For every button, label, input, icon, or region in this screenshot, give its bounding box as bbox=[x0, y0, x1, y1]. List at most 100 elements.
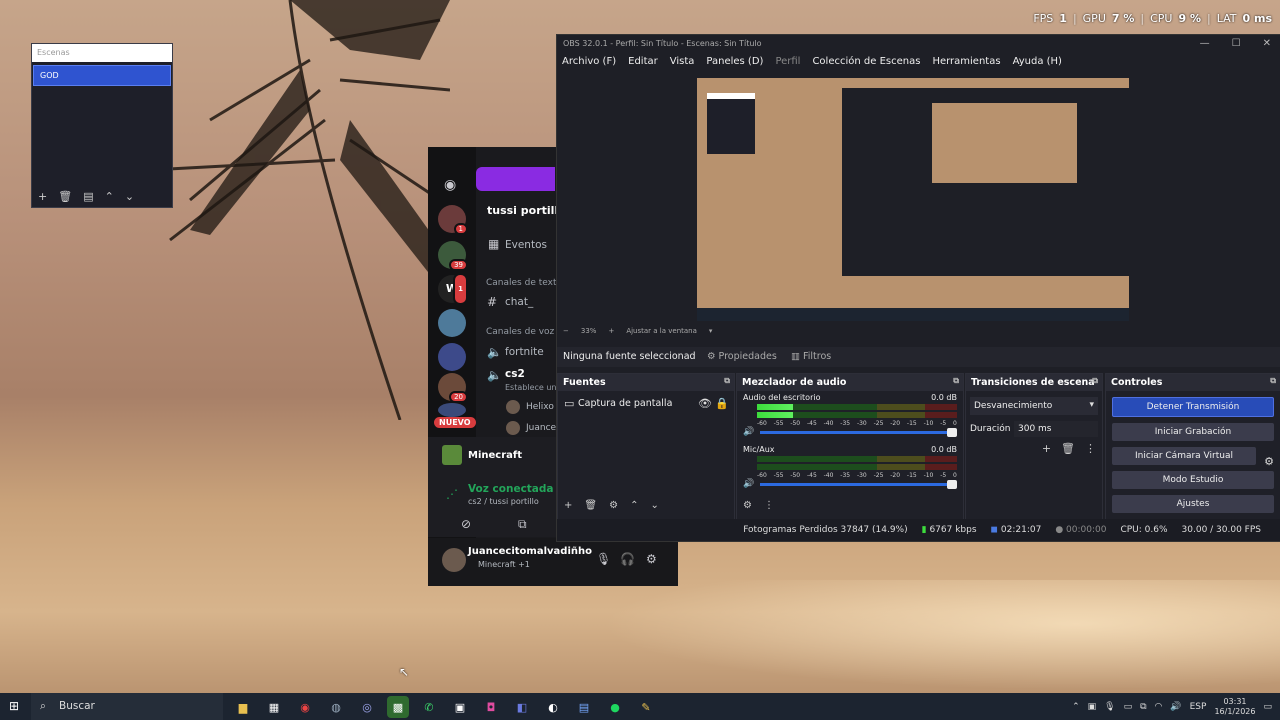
notification-icon[interactable]: ▭ bbox=[1263, 702, 1272, 712]
source-row[interactable]: ▭ Captura de pantalla 👁 🔒 bbox=[558, 395, 734, 413]
events-link[interactable]: Eventos bbox=[505, 239, 547, 251]
spotify-icon[interactable]: ● bbox=[604, 696, 626, 718]
down-icon[interactable]: ⌄ bbox=[125, 190, 134, 203]
close-icon[interactable]: ✕ bbox=[1263, 35, 1271, 53]
preview-canvas[interactable] bbox=[697, 78, 1129, 321]
server-name[interactable]: tussi portillo bbox=[487, 204, 566, 217]
steam-icon[interactable]: ◍ bbox=[325, 696, 347, 718]
volume-icon[interactable]: 🔊 bbox=[1170, 702, 1181, 712]
settings-button[interactable]: Ajustes bbox=[1112, 495, 1274, 513]
discord-icon[interactable]: ◎ bbox=[356, 696, 378, 718]
gear-icon[interactable]: ⚙ bbox=[743, 500, 752, 511]
chrome-icon[interactable]: ◉ bbox=[294, 696, 316, 718]
menu-ayuda[interactable]: Ayuda (H) bbox=[1013, 56, 1062, 67]
popout-icon[interactable]: ⧉ bbox=[724, 376, 730, 386]
text-category[interactable]: Canales de texto bbox=[486, 278, 562, 288]
trash-icon[interactable]: 🗑 bbox=[1061, 442, 1075, 455]
gear-icon[interactable]: ⚙ bbox=[1264, 455, 1274, 468]
server-icon[interactable] bbox=[438, 403, 466, 417]
gear-icon[interactable]: ⚙ bbox=[646, 552, 657, 566]
clock[interactable]: 03:31 16/1/2026 bbox=[1214, 697, 1255, 717]
eye-icon[interactable]: 👁 bbox=[698, 397, 712, 410]
lock-icon[interactable]: 🔒 bbox=[715, 397, 729, 410]
store-icon[interactable]: ▦ bbox=[263, 696, 285, 718]
display-icon[interactable]: ⧉ bbox=[1140, 702, 1146, 712]
fit-window-button[interactable]: Ajustar a la ventana bbox=[626, 327, 697, 339]
volume-slider[interactable] bbox=[760, 479, 957, 489]
server-icon[interactable]: 1 bbox=[438, 205, 468, 235]
minecraft-icon[interactable]: ▩ bbox=[387, 696, 409, 718]
windows-start-icon[interactable]: ⊞ bbox=[9, 699, 19, 713]
menu-herramientas[interactable]: Herramientas bbox=[932, 56, 1000, 67]
more-icon[interactable]: ⋮ bbox=[1085, 442, 1096, 455]
screen-share-icon[interactable]: ⧉ bbox=[518, 517, 527, 532]
menu-perfil[interactable]: Perfil bbox=[775, 56, 800, 67]
add-icon[interactable]: + bbox=[1042, 442, 1051, 455]
up-icon[interactable]: ⌃ bbox=[105, 190, 114, 203]
maximize-icon[interactable]: ☐ bbox=[1232, 35, 1241, 53]
whatsapp-icon[interactable]: ✆ bbox=[418, 696, 440, 718]
network-icon[interactable]: ▭ bbox=[1124, 702, 1133, 712]
filter-icon[interactable]: ▤ bbox=[83, 190, 93, 203]
trash-icon[interactable]: 🗑 bbox=[584, 500, 597, 511]
server-icon[interactable]: 20 bbox=[438, 373, 468, 403]
chevron-down-icon[interactable]: ▾ bbox=[709, 327, 713, 339]
wifi-icon[interactable]: ◠ bbox=[1155, 702, 1163, 712]
duration-field[interactable]: 300 ms bbox=[1014, 421, 1098, 437]
trash-icon[interactable]: 🗑 bbox=[58, 190, 72, 203]
server-icon[interactable]: 39 bbox=[438, 241, 468, 271]
menu-paneles[interactable]: Paneles (D) bbox=[706, 56, 763, 67]
menu-vista[interactable]: Vista bbox=[670, 56, 695, 67]
popout-icon[interactable]: ⧉ bbox=[1270, 376, 1276, 386]
virtual-camera-button[interactable]: Iniciar Cámara Virtual bbox=[1112, 447, 1256, 465]
microphone-icon[interactable]: 🎙 bbox=[596, 552, 611, 566]
discord-logo-icon[interactable]: ◉ bbox=[444, 177, 456, 193]
epic-games-icon[interactable]: ▣ bbox=[449, 696, 471, 718]
menu-coleccion[interactable]: Colección de Escenas bbox=[812, 56, 920, 67]
properties-button[interactable]: ⚙ Propiedades bbox=[707, 351, 777, 362]
voice-connected-status[interactable]: Voz conectada bbox=[468, 483, 554, 495]
channel-chat[interactable]: chat_ bbox=[505, 296, 533, 308]
language-indicator[interactable]: ESP bbox=[1190, 702, 1207, 712]
scene-item[interactable]: GOD bbox=[33, 65, 171, 86]
add-icon[interactable]: + bbox=[38, 190, 47, 203]
transition-select[interactable]: Desvanecimiento ▾ bbox=[970, 397, 1098, 415]
taskbar-search[interactable]: ⌕ Buscar bbox=[31, 693, 223, 720]
username[interactable]: Juancecitomalvadiñho bbox=[468, 546, 592, 557]
server-icon[interactable] bbox=[438, 343, 466, 371]
popout-icon[interactable]: ⧉ bbox=[953, 376, 959, 386]
filters-button[interactable]: ▥ Filtros bbox=[791, 351, 831, 362]
avatar[interactable] bbox=[442, 548, 466, 572]
add-icon[interactable]: + bbox=[564, 500, 572, 511]
voice-channel-cs2[interactable]: cs2 bbox=[505, 368, 525, 380]
app-icon[interactable]: ◧ bbox=[511, 696, 533, 718]
speaker-icon[interactable]: 🔊 bbox=[743, 479, 754, 489]
popout-icon[interactable]: ⧉ bbox=[1092, 376, 1098, 386]
zoom-in-icon[interactable]: + bbox=[608, 327, 614, 339]
start-recording-button[interactable]: Iniciar Grabación bbox=[1112, 423, 1274, 441]
minimize-icon[interactable]: — bbox=[1200, 35, 1210, 53]
obs-icon[interactable]: ◐ bbox=[542, 696, 564, 718]
voice-channel-fortnite[interactable]: fortnite bbox=[505, 346, 544, 358]
menu-editar[interactable]: Editar bbox=[628, 56, 658, 67]
headphones-icon[interactable]: 🎧 bbox=[620, 552, 635, 566]
volume-slider[interactable] bbox=[760, 427, 957, 437]
down-icon[interactable]: ⌄ bbox=[650, 500, 658, 511]
voice-member[interactable]: Helixo bbox=[526, 402, 554, 412]
gear-icon[interactable]: ⚙ bbox=[609, 500, 618, 511]
tray-app-icon[interactable]: ▣ bbox=[1088, 702, 1097, 712]
activity-game[interactable]: Minecraft bbox=[468, 450, 522, 461]
voice-member[interactable]: Juance bbox=[526, 423, 556, 433]
server-icon[interactable]: W1 bbox=[438, 273, 468, 305]
instagram-icon[interactable]: ◘ bbox=[480, 696, 502, 718]
speaker-icon[interactable]: 🔊 bbox=[743, 427, 754, 437]
server-icon[interactable] bbox=[438, 309, 466, 337]
app-icon[interactable]: ▤ bbox=[573, 696, 595, 718]
menu-archivo[interactable]: Archivo (F) bbox=[562, 56, 616, 67]
zoom-out-icon[interactable]: − bbox=[563, 327, 569, 339]
camera-off-icon[interactable]: ⊘ bbox=[461, 517, 471, 531]
studio-mode-button[interactable]: Modo Estudio bbox=[1112, 471, 1274, 489]
microphone-icon[interactable]: 🎙 bbox=[1104, 702, 1115, 712]
app-icon[interactable]: ✎ bbox=[635, 696, 657, 718]
chevron-up-icon[interactable]: ⌃ bbox=[1072, 702, 1080, 712]
